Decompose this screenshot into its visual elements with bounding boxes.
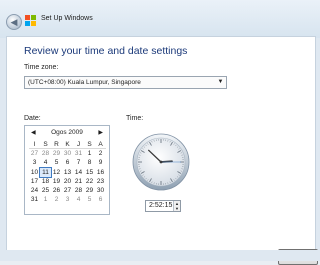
calendar-day[interactable]: 26 (51, 186, 62, 195)
calendar-week-row: 17181920212223 (29, 177, 106, 186)
title-bar: ◀ Set Up Windows (0, 0, 320, 38)
calendar-day[interactable]: 30 (95, 186, 106, 195)
weekday-header: A (95, 140, 106, 149)
calendar-day[interactable]: 30 (62, 149, 73, 158)
calendar-day[interactable]: 16 (95, 168, 106, 177)
analog-clock (132, 131, 190, 193)
calendar-day[interactable]: 18 (40, 177, 51, 186)
calendar-day[interactable]: 6 (62, 158, 73, 167)
next-month-icon[interactable]: ▶ (98, 128, 103, 138)
calendar-day[interactable]: 12 (51, 168, 62, 177)
calendar-day[interactable]: 3 (62, 195, 73, 204)
calendar-day[interactable]: 27 (29, 149, 40, 158)
timezone-label: Time zone: (24, 64, 58, 71)
time-label: Time: (126, 115, 143, 122)
calendar-header: ◀ Ogos 2009 ▶ (25, 128, 109, 138)
calendar-day[interactable]: 23 (95, 177, 106, 186)
calendar-day[interactable]: 9 (95, 158, 106, 167)
calendar-day[interactable]: 14 (73, 168, 84, 177)
calendar-day[interactable]: 29 (51, 149, 62, 158)
calendar-week-row: 10111213141516 (29, 168, 106, 177)
calendar-day[interactable]: 22 (84, 177, 95, 186)
content-panel: Review your time and date settings Time … (6, 36, 316, 252)
page-heading: Review your time and date settings (24, 45, 187, 57)
weekday-header: J (73, 140, 84, 149)
calendar-day[interactable]: 15 (84, 168, 95, 177)
timezone-selected-value: (UTC+08:00) Kuala Lumpur, Singapore (28, 79, 141, 86)
calendar-day[interactable]: 4 (40, 158, 51, 167)
calendar-day[interactable]: 31 (29, 195, 40, 204)
back-arrow-icon[interactable]: ◀ (6, 14, 22, 30)
calendar-day[interactable]: 7 (73, 158, 84, 167)
chevron-down-icon[interactable]: ▼ (216, 78, 225, 87)
calendar-day[interactable]: 8 (84, 158, 95, 167)
calendar-day[interactable]: 1 (84, 149, 95, 158)
calendar-day[interactable]: 29 (84, 186, 95, 195)
calendar-day[interactable]: 2 (95, 149, 106, 158)
calendar-day[interactable]: 5 (51, 158, 62, 167)
calendar-day[interactable]: 6 (95, 195, 106, 204)
calendar-grid: ISRKJSA272829303112345678910111213141516… (29, 140, 106, 204)
windows-logo-icon (25, 15, 37, 27)
calendar-day[interactable]: 3 (29, 158, 40, 167)
weekday-header: K (62, 140, 73, 149)
weekday-header: I (29, 140, 40, 149)
calendar-day[interactable]: 4 (73, 195, 84, 204)
calendar-day[interactable]: 31 (73, 149, 84, 158)
calendar-day[interactable]: 2 (51, 195, 62, 204)
weekday-header: S (84, 140, 95, 149)
time-value: 2:52:15 (149, 202, 172, 209)
calendar-day[interactable]: 1 (40, 195, 51, 204)
calendar-day[interactable]: 28 (73, 186, 84, 195)
timezone-dropdown[interactable]: (UTC+08:00) Kuala Lumpur, Singapore ▼ (24, 76, 227, 89)
calendar-day[interactable]: 20 (62, 177, 73, 186)
calendar-week-row: 31123456 (29, 195, 106, 204)
calendar-day[interactable]: 5 (84, 195, 95, 204)
window-title: Set Up Windows (41, 15, 93, 22)
calendar-day[interactable]: 21 (73, 177, 84, 186)
calendar-week-row: 3456789 (29, 158, 106, 167)
calendar-week-row: 24252627282930 (29, 186, 106, 195)
window-footer (0, 250, 320, 261)
calendar-day[interactable]: 27 (62, 186, 73, 195)
calendar-day[interactable]: 28 (40, 149, 51, 158)
calendar-day[interactable]: 11 (40, 168, 51, 177)
weekday-header: S (40, 140, 51, 149)
calendar-day[interactable]: 19 (51, 177, 62, 186)
calendar-month-title[interactable]: Ogos 2009 (25, 128, 109, 138)
calendar-weekday-row: ISRKJSA (29, 140, 106, 149)
time-spinner[interactable]: ▲▼ (173, 201, 180, 211)
calendar: ◀ Ogos 2009 ▶ ISRKJSA2728293031123456789… (24, 125, 110, 215)
calendar-week-row: 272829303112 (29, 149, 106, 158)
calendar-day[interactable]: 25 (40, 186, 51, 195)
calendar-day[interactable]: 13 (62, 168, 73, 177)
calendar-day[interactable]: 24 (29, 186, 40, 195)
calendar-day[interactable]: 10 (29, 168, 40, 177)
weekday-header: R (51, 140, 62, 149)
date-label: Date: (24, 115, 41, 122)
calendar-day[interactable]: 17 (29, 177, 40, 186)
time-input[interactable]: 2:52:15 ▲▼ (145, 200, 181, 212)
